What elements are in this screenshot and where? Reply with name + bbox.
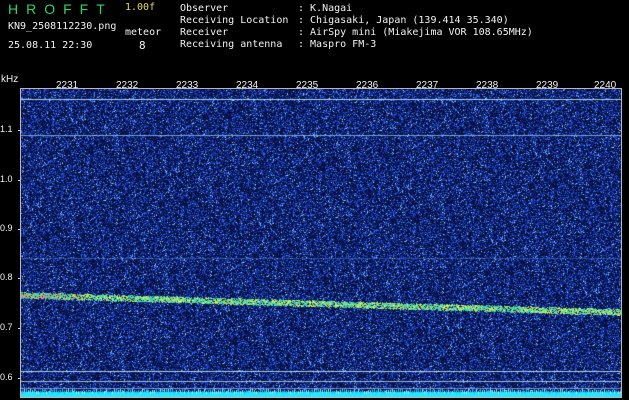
observer-value: : K.Nagai <box>298 3 353 14</box>
antenna-value: : Maspro FM-3 <box>298 39 377 50</box>
y-tick-label: 1.0 <box>0 174 13 184</box>
antenna-label: Receiving antenna <box>180 39 283 50</box>
spectrogram-plot <box>20 88 622 398</box>
y-tick-label: 0.6 <box>0 372 13 382</box>
receiver-label: Receiver <box>180 27 229 38</box>
location-label: Receiving Location <box>180 15 289 26</box>
filename-label: KN9_2508112230.png <box>8 21 117 32</box>
version-label: 1.00f <box>125 2 156 13</box>
y-tick-label: 0.9 <box>0 223 13 233</box>
y-tick-label: 0.7 <box>0 322 13 332</box>
y-axis-unit: kHz <box>1 74 19 85</box>
receiver-value: : AirSpy mini (Miakejima VOR 108.65MHz) <box>298 27 533 38</box>
header-panel: HROFFT 1.00f KN9_2508112230.png meteor 8… <box>0 0 629 78</box>
app-logo: HROFFT <box>8 1 113 17</box>
datetime-label: 25.08.11 22:30 <box>8 40 93 51</box>
spectrogram-canvas <box>20 88 622 398</box>
y-tick-label: 1.1 <box>0 124 13 134</box>
meteor-count: 8 <box>139 39 146 52</box>
location-value: : Chigasaki, Japan (139.414 35.340) <box>298 15 509 26</box>
y-tick-label: 0.8 <box>0 272 13 282</box>
meteor-label: meteor <box>125 27 162 38</box>
observer-label: Observer <box>180 3 229 14</box>
